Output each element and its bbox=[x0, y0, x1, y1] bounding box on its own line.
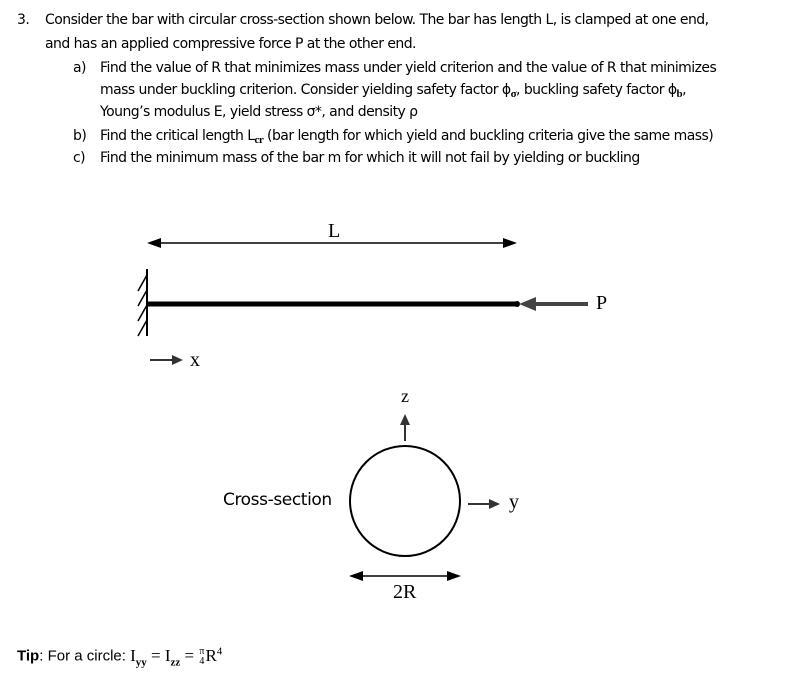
length-arrow-left-head bbox=[147, 238, 161, 248]
r-symbol: R bbox=[205, 645, 217, 665]
x-axis-label: x bbox=[190, 349, 200, 371]
force-label: P bbox=[596, 292, 608, 314]
pi-over-4-fraction: π4 bbox=[199, 646, 205, 667]
tip-formula: Tip: For a circle: Iyy = Izz = π 4 R4 bbox=[17, 645, 222, 668]
z-axis-arrow bbox=[400, 414, 410, 441]
length-label: L bbox=[328, 220, 341, 242]
y-axis-arrow bbox=[468, 499, 500, 509]
i-zz-subscript: zz bbox=[170, 656, 181, 669]
length-arrow-right-head bbox=[503, 238, 517, 248]
diameter-dimension-arrow bbox=[349, 571, 461, 581]
cross-section-label: Cross-section bbox=[223, 490, 332, 510]
z-axis-label: z bbox=[401, 386, 409, 406]
diameter-label: 2R bbox=[393, 581, 417, 603]
y-axis-label: y bbox=[509, 491, 519, 513]
x-axis-arrow bbox=[150, 355, 183, 365]
i-yy: Iyy = Izz = π 4 R4 bbox=[130, 645, 223, 669]
r-exponent: 4 bbox=[216, 645, 223, 657]
fraction-denominator: 4 bbox=[199, 655, 205, 667]
clamp-support-icon bbox=[137, 269, 148, 337]
i-yy-subscript: yy bbox=[135, 656, 147, 669]
cross-section-circle bbox=[349, 445, 461, 557]
equals-2: = bbox=[180, 645, 199, 665]
tip-bold-label: Tip bbox=[17, 647, 40, 665]
force-arrow bbox=[519, 297, 588, 311]
tip-text: : For a circle: bbox=[39, 647, 131, 665]
equals-1: = bbox=[146, 645, 165, 665]
